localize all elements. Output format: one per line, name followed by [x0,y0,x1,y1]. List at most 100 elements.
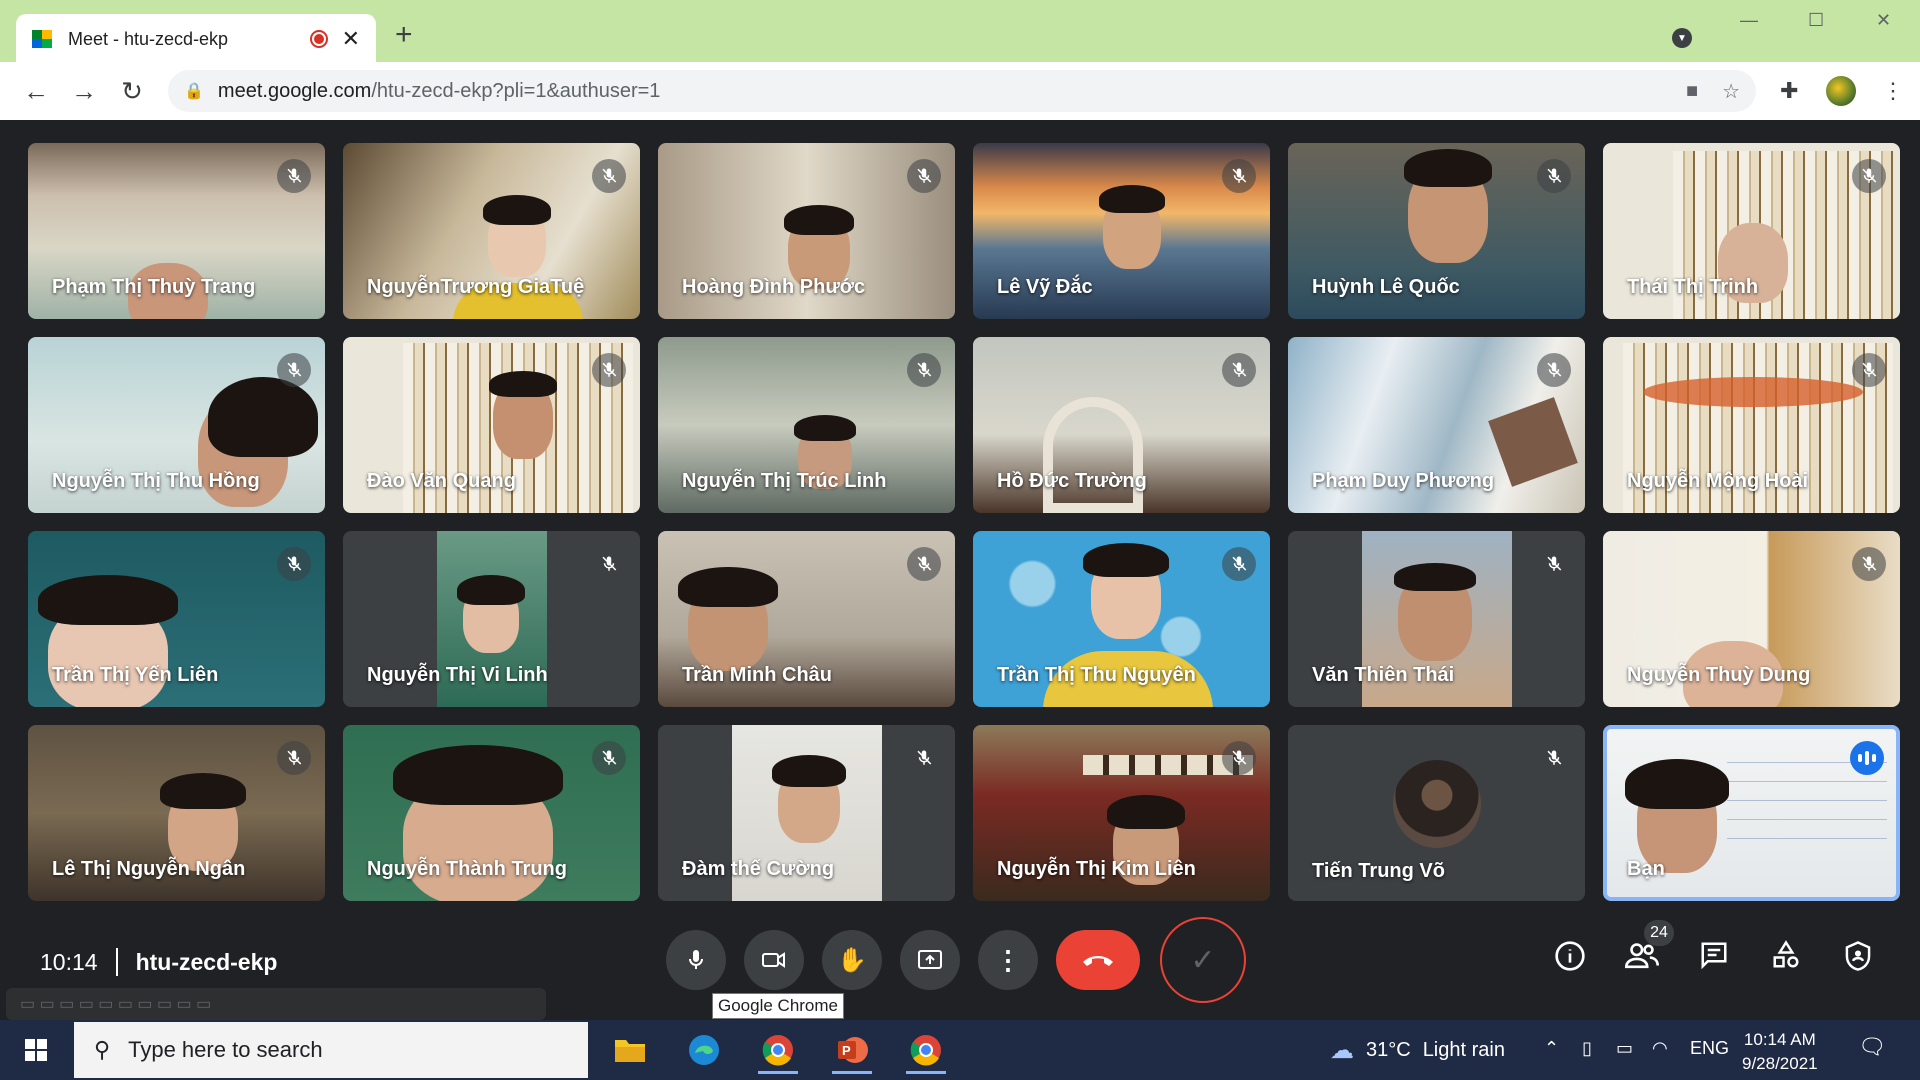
host-controls-button[interactable] [1838,940,1878,979]
language-indicator[interactable]: ENG [1690,1038,1729,1059]
participant-name: Trần Minh Châu [682,664,832,686]
maximize-icon[interactable]: ☐ [1808,10,1824,31]
activities-button[interactable] [1766,940,1806,977]
taskbar-search[interactable]: ⚲ Type here to search [74,1022,588,1078]
meeting-controls-bar: 10:14 htu-zecd-ekp ✋ ⋮ ✓ Google Chrome 2… [0,910,1920,1020]
present-icon [918,950,942,969]
mic-off-icon [592,353,626,387]
minimize-icon[interactable]: — [1740,10,1758,31]
participant-grid: Phạm Thị Thuỳ Trang NguyễnTrương GiaTuệ … [28,143,1900,903]
notifications-icon[interactable]: 🗨 [1858,1034,1886,1060]
chevron-up-icon[interactable]: ⌃ [1544,1038,1559,1059]
search-icon: ⚲ [94,1037,111,1062]
participant-tile[interactable]: Huỳnh Lê Quốc [1288,143,1585,319]
participant-name: Thái Thị Trinh [1627,276,1759,298]
svg-text:P: P [842,1043,851,1058]
leave-call-button[interactable] [1056,930,1140,990]
participant-tile[interactable]: Hoàng Đình Phước [658,143,955,319]
participant-tile[interactable]: Lê Thị Nguyễn Ngân [28,725,325,901]
participant-tile[interactable]: Nguyễn Thị Vi Linh [343,531,640,707]
participant-tile[interactable]: Hồ Đức Trường [973,337,1270,513]
participant-tile[interactable]: Nguyễn Thị Thu Hồng [28,337,325,513]
wifi-icon[interactable]: ◠ [1652,1038,1668,1059]
participant-tile[interactable]: Nguyễn Mộng Hoài [1603,337,1900,513]
raise-hand-button[interactable]: ✋ [822,930,882,990]
weather-widget[interactable]: ☁ 31°C Light rain [1330,1036,1505,1065]
profile-avatar[interactable] [1826,76,1856,106]
participant-name: NguyễnTrương GiaTuệ [367,276,585,298]
avatar [1392,760,1481,849]
mic-off-icon [277,741,311,775]
self-view-tile[interactable]: Bạn [1603,725,1900,901]
tab-search-icon[interactable]: ▼ [1672,28,1692,48]
participant-tile[interactable]: Phạm Duy Phương [1288,337,1585,513]
participant-tile[interactable]: Nguyễn Thị Trúc Linh [658,337,955,513]
participant-name: Phạm Duy Phương [1312,470,1495,492]
edge-icon[interactable] [678,1026,730,1074]
file-explorer-icon[interactable] [604,1026,656,1074]
participant-tile[interactable]: Trần Thị Yến Liên [28,531,325,707]
system-clock[interactable]: 10:14 AM 9/28/2021 [1742,1028,1818,1076]
url-text: meet.google.com/htu-zecd-ekp?pli=1&authu… [217,79,661,102]
participant-name: Hồ Đức Trường [997,470,1147,492]
participant-name: Tiến Trung Võ [1312,860,1445,882]
device-icon[interactable]: ▯ [1582,1038,1592,1059]
lock-icon[interactable]: 🔒 [184,81,204,101]
more-options-button[interactable]: ⋮ [978,930,1038,990]
participant-tile[interactable]: Phạm Thị Thuỳ Trang [28,143,325,319]
participant-tile[interactable]: Nguyễn Thành Trung [343,725,640,901]
battery-icon[interactable]: ▭ [1616,1038,1633,1059]
chrome-icon[interactable] [752,1026,804,1074]
participant-tile[interactable]: Lê Vỹ Đắc [973,143,1270,319]
close-window-icon[interactable]: ✕ [1876,10,1891,31]
participant-tile[interactable]: Trần Thị Thu Nguyên [973,531,1270,707]
camera-blocked-icon[interactable]: ■ [1686,80,1698,103]
address-bar[interactable]: 🔒 meet.google.com/htu-zecd-ekp?pli=1&aut… [168,70,1756,112]
powerpoint-icon[interactable]: P [826,1026,878,1074]
camera-button[interactable] [744,930,804,990]
participant-tile[interactable]: Đào Văn Quang [343,337,640,513]
browser-titlebar: Meet - htu-zecd-ekp ✕ + ▼ — ☐ ✕ [0,0,1920,64]
participant-tile[interactable]: NguyễnTrương GiaTuệ [343,143,640,319]
hangup-icon [1083,956,1113,966]
mic-off-icon [907,547,941,581]
reload-icon[interactable]: ↻ [114,74,150,108]
participant-tile[interactable]: Nguyễn Thị Kim Liên [973,725,1270,901]
participant-tile[interactable]: Đàm thế Cường [658,725,955,901]
chrome-menu-icon[interactable]: ⋮ [1882,78,1904,104]
participant-name: Lê Vỹ Đắc [997,276,1093,298]
mic-off-icon [1222,741,1256,775]
close-tab-icon[interactable]: ✕ [342,26,360,52]
participant-name: Phạm Thị Thuỳ Trang [52,276,256,298]
mic-off-icon [1537,741,1571,775]
bookmark-star-icon[interactable]: ☆ [1722,79,1740,104]
chrome-icon[interactable] [900,1026,952,1074]
participant-name: Nguyễn Thị Trúc Linh [682,470,887,492]
microphone-button[interactable] [666,930,726,990]
extensions-icon[interactable]: ✚ [1780,78,1798,104]
windows-taskbar: ⚲ Type here to search P ☁ 31°C Light rai… [0,1020,1920,1080]
mic-off-icon [907,353,941,387]
participant-tile[interactable]: Nguyễn Thuỳ Dung [1603,531,1900,707]
participant-name: Trần Thị Thu Nguyên [997,664,1196,686]
participant-tile[interactable]: Tiến Trung Võ [1288,725,1585,901]
present-button[interactable] [900,930,960,990]
participant-name: Nguyễn Thị Kim Liên [997,858,1196,880]
mic-off-icon [592,547,626,581]
temperature: 31°C [1366,1039,1411,1061]
chat-button[interactable] [1694,940,1734,977]
participant-tile[interactable]: Trần Minh Châu [658,531,955,707]
forward-icon[interactable]: → [66,74,102,108]
start-button[interactable] [0,1020,72,1080]
check-button[interactable]: ✓ [1160,917,1246,1003]
mic-off-icon [1537,547,1571,581]
browser-tab[interactable]: Meet - htu-zecd-ekp ✕ [16,14,376,64]
participant-tile[interactable]: Văn Thiên Thái [1288,531,1585,707]
meeting-info-button[interactable] [1550,940,1590,979]
new-tab-button[interactable]: + [395,20,413,50]
participant-tile[interactable]: Thái Thị Trinh [1603,143,1900,319]
mic-off-icon [592,741,626,775]
back-icon[interactable]: ← [18,74,54,108]
people-button[interactable] [1622,940,1662,977]
participant-name: Hoàng Đình Phước [682,276,866,298]
